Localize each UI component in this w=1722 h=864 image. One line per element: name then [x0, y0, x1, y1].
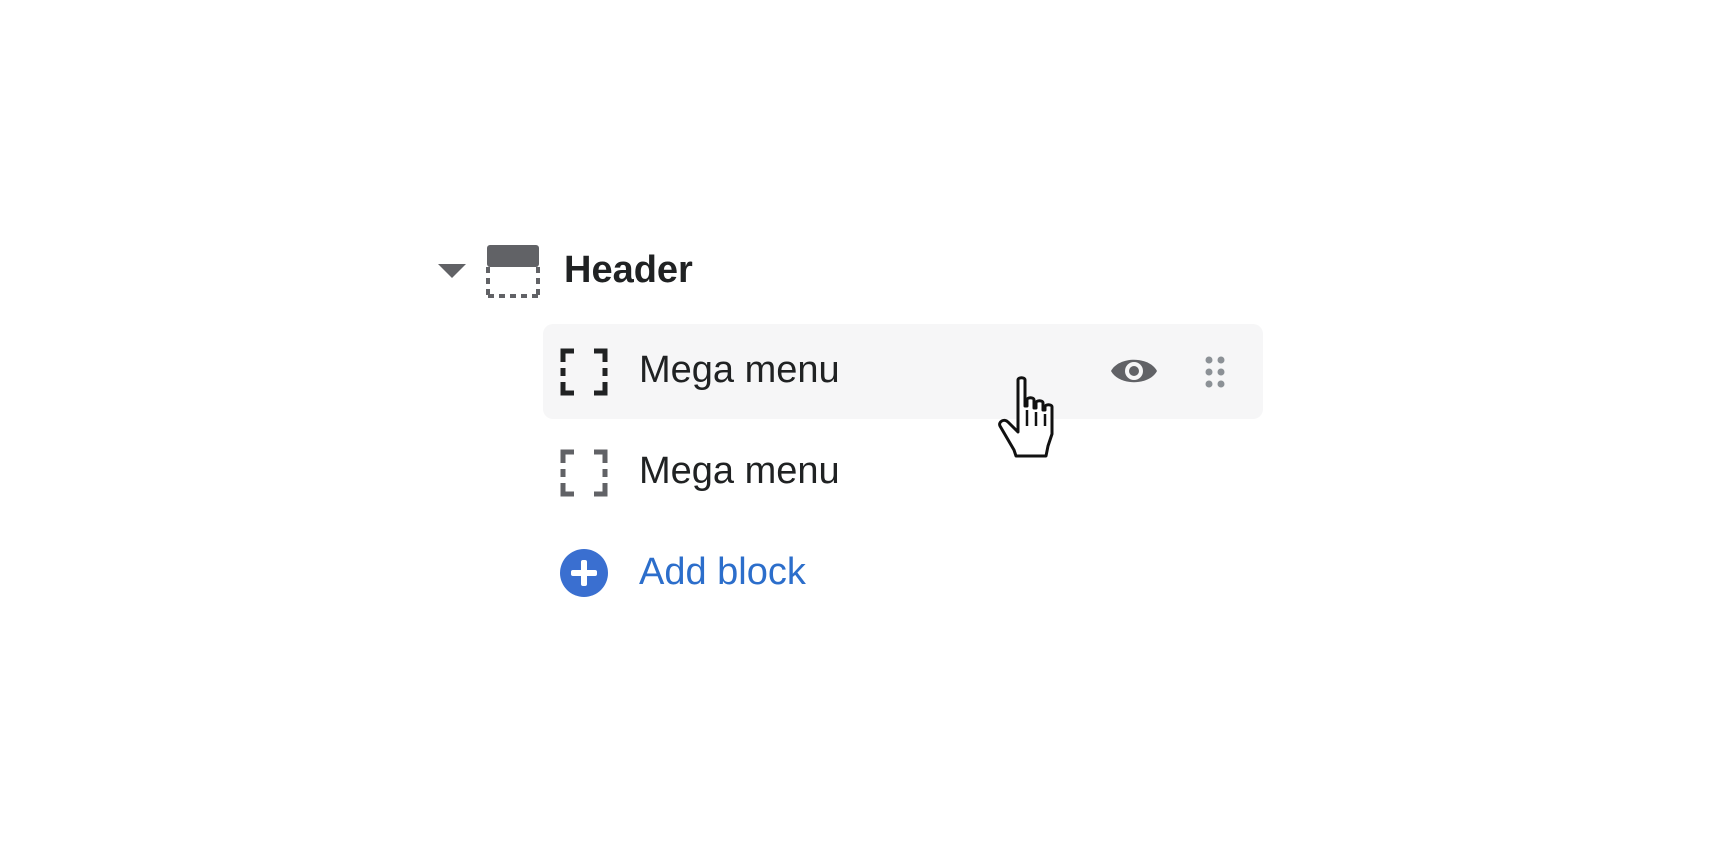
block-dashed-frame-icon [560, 449, 608, 497]
add-block-button[interactable]: Add block [560, 543, 960, 603]
theme-editor-sidebar-tree: Header Mega menu Mega menu Add block [0, 0, 1722, 864]
block-row-mega-menu-1[interactable]: Mega menu [543, 324, 1263, 419]
caret-down-icon[interactable] [438, 264, 466, 278]
header-section-icon [486, 245, 540, 298]
eye-icon[interactable] [1109, 348, 1159, 394]
block-label: Mega menu [639, 450, 840, 492]
block-label: Mega menu [639, 349, 840, 391]
plus-circle-icon [560, 549, 608, 597]
drag-handle-icon[interactable] [1203, 354, 1227, 390]
block-row-mega-menu-2[interactable]: Mega menu [543, 425, 1263, 520]
block-dashed-frame-icon [560, 348, 608, 396]
add-block-label: Add block [639, 551, 806, 593]
section-label: Header [564, 249, 693, 291]
section-header-row[interactable]: Header [438, 240, 998, 300]
